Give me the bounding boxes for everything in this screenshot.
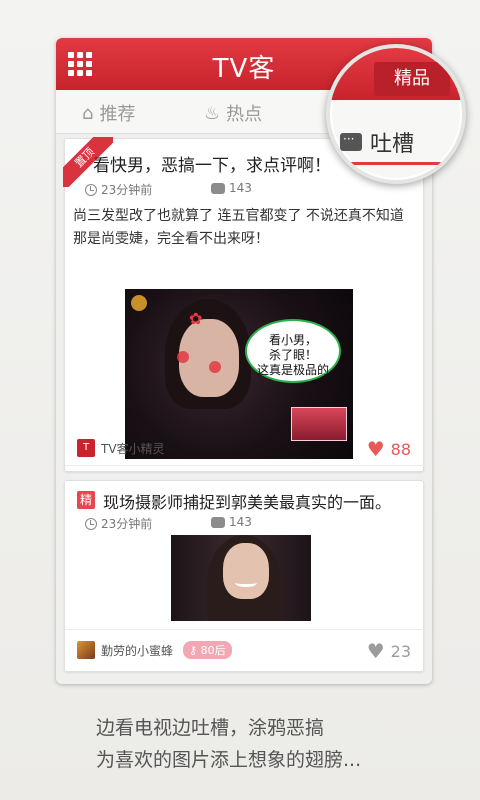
comment-count: 143 xyxy=(229,181,252,195)
image-face xyxy=(223,543,269,599)
author-name: 勤劳的小蜜蜂 xyxy=(101,643,174,658)
key-icon: ⚷ xyxy=(189,644,198,657)
slogan-line-1: 边看电视边吐槽，涂鸦恶搞 xyxy=(96,717,325,739)
age-tag-text: 80后 xyxy=(200,644,226,657)
home-icon: ⌂ xyxy=(82,102,94,124)
tab-recommend[interactable]: ⌂ 推荐 xyxy=(82,100,135,126)
post-title[interactable]: 现场摄影师捕捉到郭美美最真实的一面。 xyxy=(103,489,391,513)
active-tab-indicator xyxy=(340,162,444,165)
post-author[interactable]: T TV客小精灵 xyxy=(77,439,165,457)
heart-icon: ♥ xyxy=(366,437,385,461)
tab-hot[interactable]: ♨ 热点 xyxy=(204,100,262,126)
divider xyxy=(65,465,425,466)
tab-hot-label: 热点 xyxy=(226,104,263,125)
post-time-text: 23分钟前 xyxy=(101,517,153,531)
comment-icon xyxy=(211,516,225,528)
post-card[interactable]: 精 现场摄影师捕捉到郭美美最真实的一面。 23分钟前 143 勤劳的小蜜蜂 ⚷ … xyxy=(64,480,425,672)
like-count: 23 xyxy=(390,641,411,661)
post-text: 尚三发型改了也就算了 连五官都变了 不说还真不知道那是尚雯婕，完全看不出来呀！ xyxy=(73,208,404,247)
comment-count: 143 xyxy=(229,515,252,529)
magnifier-lens: 精品 吐槽 xyxy=(326,44,466,184)
slogan-line-2: 为喜欢的图片添上想象的翅膀... xyxy=(96,749,362,771)
station-logo xyxy=(131,295,147,311)
tab-roast[interactable]: 吐槽 xyxy=(340,126,414,158)
post-author[interactable]: 勤劳的小蜜蜂 ⚷ 80后 xyxy=(77,641,232,659)
clock-icon xyxy=(85,183,97,196)
divider xyxy=(65,629,425,630)
post-image[interactable] xyxy=(171,535,311,621)
premium-button[interactable]: 精品 xyxy=(374,62,450,96)
doodle-flower-icon: ✿ xyxy=(189,309,203,328)
post-time: 23分钟前 xyxy=(85,181,152,198)
like-count: 88 xyxy=(390,439,411,459)
featured-badge: 精 xyxy=(77,491,95,509)
post-image[interactable]: ✿ 看小男， 杀了眼！ 这真是极品的 xyxy=(125,289,353,459)
clock-icon xyxy=(85,517,97,530)
chat-icon xyxy=(340,132,362,151)
author-name: TV客小精灵 xyxy=(101,441,165,456)
like-button[interactable]: ♥ 88 xyxy=(367,437,411,461)
age-tag: ⚷ 80后 xyxy=(183,641,232,659)
post-comments[interactable]: 143 xyxy=(211,515,252,529)
doodle-blush xyxy=(209,361,221,373)
post-time: 23分钟前 xyxy=(85,515,152,532)
post-title[interactable]: 看快男，恶搞一下，求点评啊！ xyxy=(93,151,331,176)
tab-roast-label: 吐槽 xyxy=(370,132,415,157)
heart-icon: ♥ xyxy=(366,639,385,663)
like-button[interactable]: ♥ 23 xyxy=(367,639,411,663)
doodle-blush xyxy=(177,351,189,363)
post-card[interactable]: 置顶 看快男，恶搞一下，求点评啊！ 23分钟前 143 尚三发型改了也就算了 连… xyxy=(63,137,425,472)
post-time-text: 23分钟前 xyxy=(101,183,153,197)
author-avatar: T xyxy=(77,439,95,457)
promo-slogan: 边看电视边吐槽，涂鸦恶搞 为喜欢的图片添上想象的翅膀... xyxy=(96,712,436,776)
comment-icon xyxy=(211,182,225,194)
tab-recommend-label: 推荐 xyxy=(99,104,136,125)
flame-icon: ♨ xyxy=(204,102,221,124)
image-smile xyxy=(235,579,257,587)
doodle-speech-bubble: 看小男， 杀了眼！ 这真是极品的 xyxy=(245,319,341,383)
author-avatar xyxy=(77,641,95,659)
post-comments[interactable]: 143 xyxy=(211,181,252,195)
show-logo xyxy=(291,407,347,441)
